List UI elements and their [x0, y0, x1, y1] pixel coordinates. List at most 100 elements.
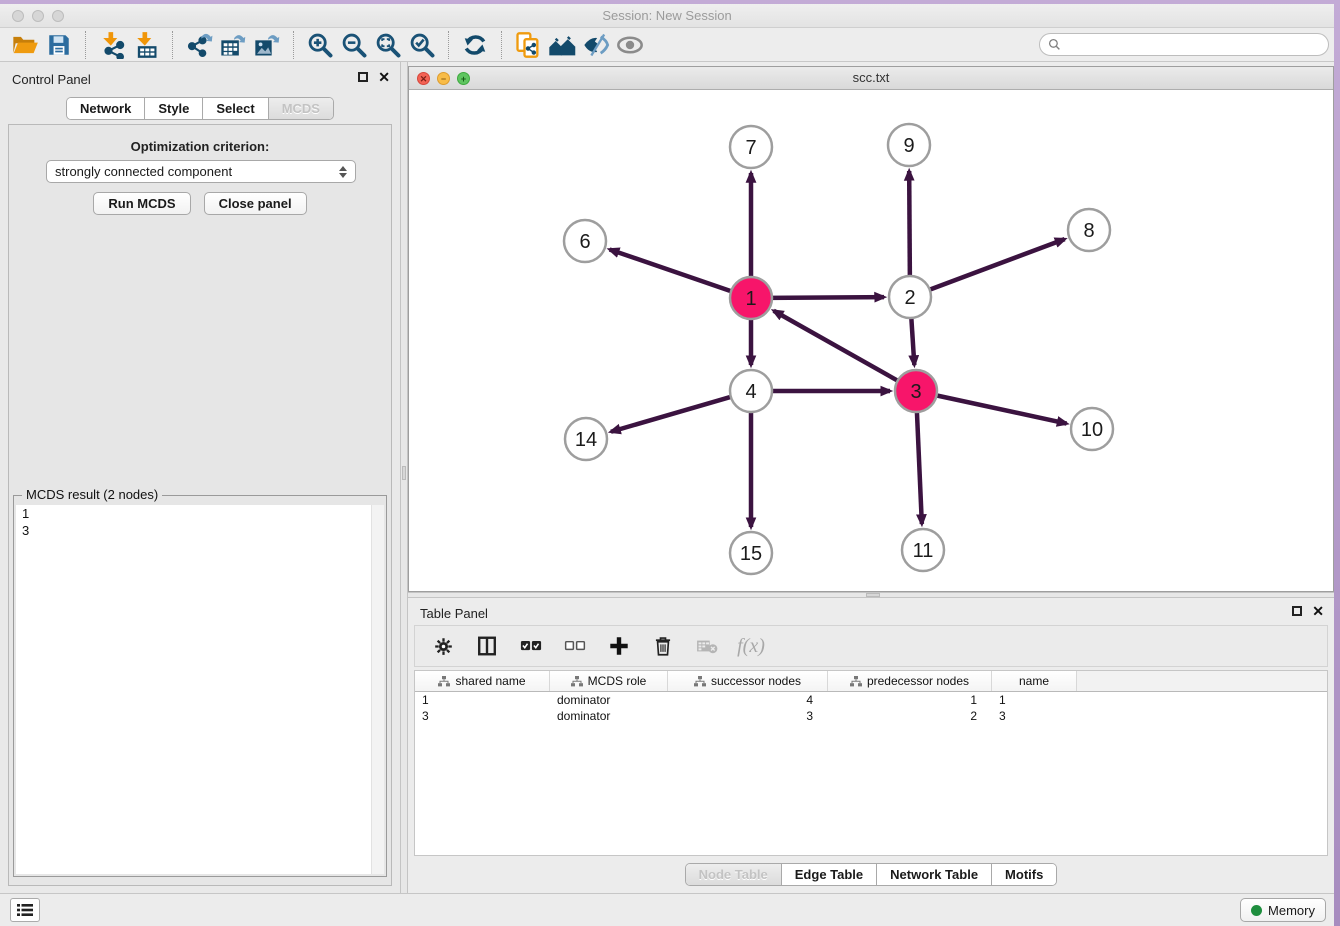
control-panel: Control Panel ✕ Network Style Select MCD… — [0, 62, 400, 893]
export-image-icon[interactable] — [250, 30, 284, 60]
svg-text:15: 15 — [740, 543, 762, 565]
node-1[interactable]: 1 — [730, 277, 772, 319]
toolbar-separator — [85, 31, 86, 59]
tab-node-table[interactable]: Node Table — [686, 864, 781, 885]
edge-1-2[interactable] — [770, 297, 884, 298]
networks-overview-icon[interactable] — [545, 30, 579, 60]
splitter-grip[interactable] — [402, 466, 406, 480]
scrollbar-track[interactable] — [371, 505, 384, 874]
vertical-splitter[interactable] — [400, 62, 408, 893]
memory-button[interactable]: Memory — [1240, 898, 1326, 922]
function-builder-icon[interactable]: f(x) — [739, 634, 763, 658]
tab-edge-table[interactable]: Edge Table — [781, 864, 876, 885]
show-graphics-icon[interactable] — [613, 30, 647, 60]
column-type-icon — [694, 676, 706, 687]
tab-network-table[interactable]: Network Table — [876, 864, 991, 885]
export-network-icon[interactable] — [182, 30, 216, 60]
svg-text:14: 14 — [575, 429, 597, 451]
status-bar: Memory — [0, 893, 1334, 926]
zoom-in-icon[interactable] — [303, 30, 337, 60]
zoom-selected-icon[interactable] — [405, 30, 439, 60]
node-6[interactable]: 6 — [564, 220, 606, 262]
deselect-all-icon[interactable] — [563, 634, 587, 658]
network-graph[interactable]: 7 9 6 8 1 2 4 3 14 10 15 11 — [409, 90, 1333, 591]
columns-icon[interactable] — [475, 634, 499, 658]
column-header[interactable]: predecessor nodes — [828, 671, 992, 691]
task-history-button[interactable] — [10, 898, 40, 922]
node-3[interactable]: 3 — [895, 370, 937, 412]
tab-style[interactable]: Style — [144, 98, 202, 119]
optimization-criterion-select[interactable]: strongly connected component — [46, 160, 356, 183]
delete-column-icon[interactable] — [651, 634, 675, 658]
optimization-criterion-value: strongly connected component — [55, 164, 232, 179]
node-9[interactable]: 9 — [888, 124, 930, 166]
node-11[interactable]: 11 — [902, 529, 944, 571]
hide-graphics-icon[interactable] — [579, 30, 613, 60]
node-7[interactable]: 7 — [730, 126, 772, 168]
tab-motifs[interactable]: Motifs — [991, 864, 1056, 885]
zoom-fit-icon[interactable] — [371, 30, 405, 60]
gear-icon[interactable] — [431, 634, 455, 658]
table-row[interactable]: 3 dominator 3 2 3 — [415, 708, 1327, 724]
table-row[interactable]: 1 dominator 4 1 1 — [415, 692, 1327, 708]
node-4[interactable]: 4 — [730, 370, 772, 412]
run-mcds-button[interactable]: Run MCDS — [93, 192, 190, 215]
network-window-titlebar[interactable]: ✕ − + scc.txt — [409, 67, 1333, 90]
table-toolbar: f(x) — [414, 625, 1328, 667]
import-table-icon[interactable] — [129, 30, 163, 60]
close-panel-icon[interactable]: ✕ — [1312, 605, 1324, 617]
mcds-result-list[interactable]: 1 3 — [16, 505, 384, 874]
tab-mcds[interactable]: MCDS — [268, 98, 333, 119]
column-type-icon — [571, 676, 583, 687]
node-8[interactable]: 8 — [1068, 209, 1110, 251]
node-14[interactable]: 14 — [565, 418, 607, 460]
edge-4-14[interactable] — [611, 396, 733, 431]
column-header[interactable]: shared name — [415, 671, 550, 691]
add-column-icon[interactable] — [607, 634, 631, 658]
import-network-icon[interactable] — [95, 30, 129, 60]
float-panel-icon[interactable] — [1292, 606, 1302, 616]
app-window: Session: New Session — [0, 4, 1334, 926]
search-field[interactable] — [1039, 33, 1329, 56]
column-header[interactable]: successor nodes — [668, 671, 828, 691]
export-table-icon[interactable] — [216, 30, 250, 60]
splitter-grip[interactable] — [866, 593, 880, 597]
close-panel-icon[interactable]: ✕ — [378, 71, 390, 83]
optimization-criterion-label: Optimization criterion: — [9, 139, 391, 154]
float-panel-icon[interactable] — [358, 72, 368, 82]
node-15[interactable]: 15 — [730, 532, 772, 574]
delete-table-icon[interactable] — [695, 634, 719, 658]
edge-2-9[interactable] — [909, 171, 910, 278]
select-all-icon[interactable] — [519, 634, 543, 658]
svg-text:6: 6 — [579, 231, 590, 253]
node-10[interactable]: 10 — [1071, 408, 1113, 450]
edge-3-10[interactable] — [935, 395, 1067, 424]
edge-3-1[interactable] — [774, 311, 900, 382]
column-header[interactable]: name — [992, 671, 1077, 691]
node-2[interactable]: 2 — [889, 276, 931, 318]
tab-select[interactable]: Select — [202, 98, 267, 119]
copy-network-icon[interactable] — [511, 30, 545, 60]
column-header-filler — [1077, 671, 1327, 691]
desktop: Session: New Session — [0, 0, 1340, 926]
zoom-out-icon[interactable] — [337, 30, 371, 60]
toolbar-separator — [448, 31, 449, 59]
table-header: shared name MCDS role successor nodes pr… — [415, 671, 1327, 692]
edge-3-11[interactable] — [917, 410, 922, 524]
tab-network[interactable]: Network — [67, 98, 144, 119]
search-input[interactable] — [1066, 38, 1328, 52]
edge-2-3[interactable] — [911, 316, 914, 365]
svg-text:2: 2 — [904, 287, 915, 309]
edge-2-8[interactable] — [928, 239, 1065, 290]
edge-1-6[interactable] — [610, 249, 733, 291]
network-canvas[interactable]: 7 9 6 8 1 2 4 3 14 10 15 11 — [409, 90, 1333, 591]
save-icon[interactable] — [42, 30, 76, 60]
window-titlebar[interactable]: Session: New Session — [0, 4, 1334, 28]
close-panel-button[interactable]: Close panel — [204, 192, 307, 215]
result-line: 1 — [16, 505, 384, 522]
svg-text:8: 8 — [1083, 220, 1094, 242]
column-header[interactable]: MCDS role — [550, 671, 668, 691]
refresh-layout-icon[interactable] — [458, 30, 492, 60]
toolbar-separator — [501, 31, 502, 59]
open-folder-icon[interactable] — [8, 30, 42, 60]
